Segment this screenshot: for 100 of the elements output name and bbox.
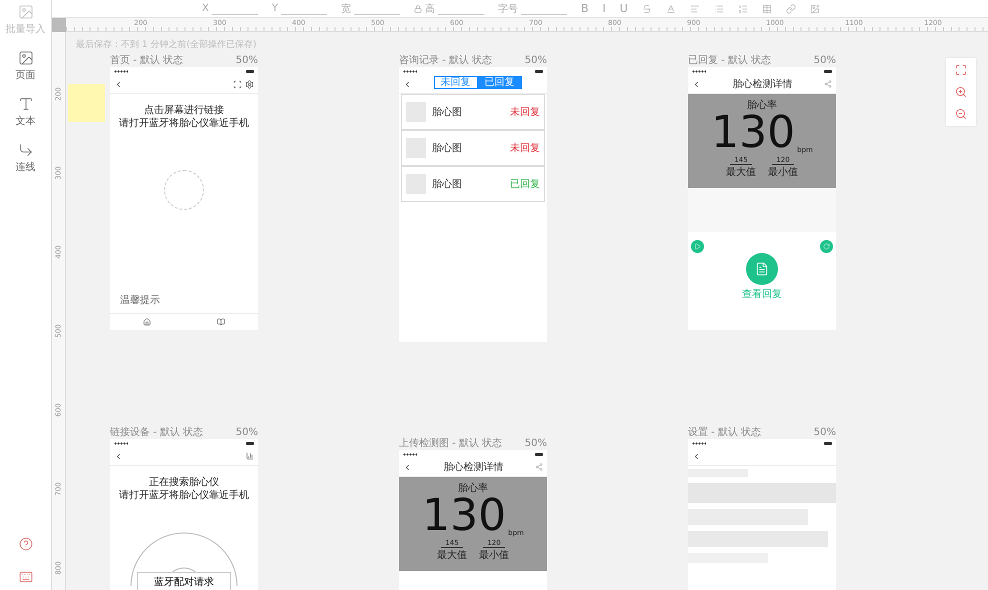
refresh-button[interactable] (820, 240, 833, 253)
strikethrough-icon[interactable] (642, 4, 652, 14)
battery-icon (535, 452, 543, 456)
artboard-title[interactable]: 咨询记录 - 默认 状态 (399, 55, 492, 67)
zoom-level: 50% (814, 427, 836, 439)
heading: 点击屏幕进行链接 (143, 104, 225, 117)
back-icon[interactable] (114, 452, 123, 460)
artboard-title[interactable]: 已回复 - 默认 状态 (688, 55, 772, 67)
field-label: X (202, 3, 209, 14)
stat-label: 最小值 (768, 166, 798, 179)
help-icon[interactable] (18, 537, 32, 551)
image-icon (18, 50, 34, 66)
play-icon (694, 243, 701, 250)
zoom-in-icon[interactable] (955, 86, 967, 98)
refresh-icon (823, 243, 830, 250)
font-color-icon[interactable] (666, 4, 676, 14)
battery-icon (246, 442, 254, 444)
nav-title: 胎心检测详情 (732, 78, 792, 91)
image-icon (18, 4, 34, 20)
ruler-corner (52, 18, 66, 32)
signal-icon (692, 70, 706, 72)
book-icon[interactable] (217, 318, 225, 326)
sidebar-item[interactable]: 页面 (16, 50, 36, 82)
lock-icon[interactable] (414, 4, 422, 12)
rate-value: 130 (711, 112, 796, 154)
rate-label: 胎心率 (747, 98, 777, 112)
sidebar-label: 连线 (16, 160, 36, 174)
back-icon[interactable] (692, 80, 701, 88)
sidebar-label: 批量导入 (6, 22, 46, 36)
share-icon[interactable] (535, 463, 543, 471)
record-card[interactable]: 胎心图 未回复 (401, 130, 545, 166)
segment-tab[interactable]: 已回复 (478, 76, 522, 88)
sidebar-label: 文本 (16, 114, 36, 128)
zoom-level: 50% (236, 55, 258, 67)
zoom-level: 50% (524, 55, 547, 67)
battery-icon (824, 442, 832, 444)
zoom-level: 50% (524, 438, 547, 450)
rate-label: 胎心率 (458, 482, 488, 495)
field-label: Y (272, 3, 278, 14)
zoom-level: 50% (236, 427, 258, 439)
keyboard-icon[interactable] (18, 570, 32, 584)
loading-ring (164, 170, 204, 210)
signal-icon (403, 452, 417, 456)
back-icon[interactable] (692, 452, 701, 460)
battery-icon (246, 70, 254, 72)
signal-icon (114, 70, 128, 72)
align-icon[interactable] (690, 4, 700, 14)
record-status: 未回复 (510, 106, 540, 119)
back-icon[interactable] (403, 80, 412, 88)
view-reply-label[interactable]: 查看回复 (742, 287, 782, 301)
link-icon[interactable] (786, 4, 796, 14)
numbered-list-icon[interactable] (738, 4, 748, 14)
tips-title: 温馨提示 (120, 295, 160, 306)
signal-icon (692, 442, 706, 444)
back-icon[interactable] (114, 80, 123, 88)
record-card[interactable]: 胎心图 已回复 (401, 166, 545, 202)
stat-label: 最小值 (479, 548, 509, 562)
rate-value: 130 (422, 495, 506, 537)
field-label: 字号 (498, 2, 518, 16)
subheading: 请打开蓝牙将胎心仪靠近手机 (118, 117, 250, 130)
text-icon (18, 96, 34, 112)
record-name: 胎心图 (432, 142, 463, 155)
connector-icon (18, 142, 34, 158)
sidebar-label: 页面 (16, 69, 36, 82)
subheading: 请打开蓝牙将胎心仪靠近手机 (118, 489, 250, 502)
nav-title: 胎心检测详情 (444, 460, 504, 474)
record-name: 胎心图 (432, 106, 463, 119)
chart-icon[interactable] (246, 452, 254, 460)
table-icon[interactable] (762, 4, 772, 14)
record-card[interactable]: 胎心图 未回复 (401, 94, 545, 130)
image-icon[interactable] (810, 4, 820, 14)
record-status: 未回复 (510, 142, 540, 155)
battery-icon (535, 70, 543, 72)
artboard-title[interactable]: 首页 - 默认 状态 (110, 55, 184, 67)
fit-screen-icon[interactable] (955, 64, 967, 76)
artboard-title[interactable]: 上传检测图 - 默认 状态 (399, 438, 502, 450)
format-button[interactable]: U (620, 2, 628, 15)
artboard-title[interactable]: 设置 - 默认 状态 (688, 427, 762, 439)
stat-label: 最大值 (437, 548, 467, 562)
scan-icon[interactable] (233, 80, 242, 88)
home-icon[interactable] (143, 318, 151, 326)
settings-icon[interactable] (245, 80, 254, 88)
zoom-out-icon[interactable] (955, 108, 967, 120)
battery-icon (824, 70, 832, 72)
document-icon (755, 262, 769, 276)
format-button[interactable]: I (602, 2, 606, 15)
play-button[interactable] (691, 240, 704, 253)
record-status: 已回复 (510, 178, 540, 191)
share-icon[interactable] (824, 80, 832, 88)
artboard-title[interactable]: 链接设备 - 默认 状态 (110, 427, 204, 439)
field-label: 高 (424, 2, 435, 16)
stat-label: 最大值 (726, 166, 756, 179)
sidebar-item[interactable]: 连线 (16, 142, 36, 174)
sidebar-item[interactable]: 文本 (16, 96, 36, 128)
segment-tab[interactable]: 未回复 (434, 76, 478, 88)
view-reply-button[interactable] (746, 253, 778, 285)
format-button[interactable]: B (580, 2, 589, 15)
signal-icon (403, 70, 417, 72)
back-icon[interactable] (403, 462, 412, 472)
field-label: 宽 (340, 2, 351, 16)
